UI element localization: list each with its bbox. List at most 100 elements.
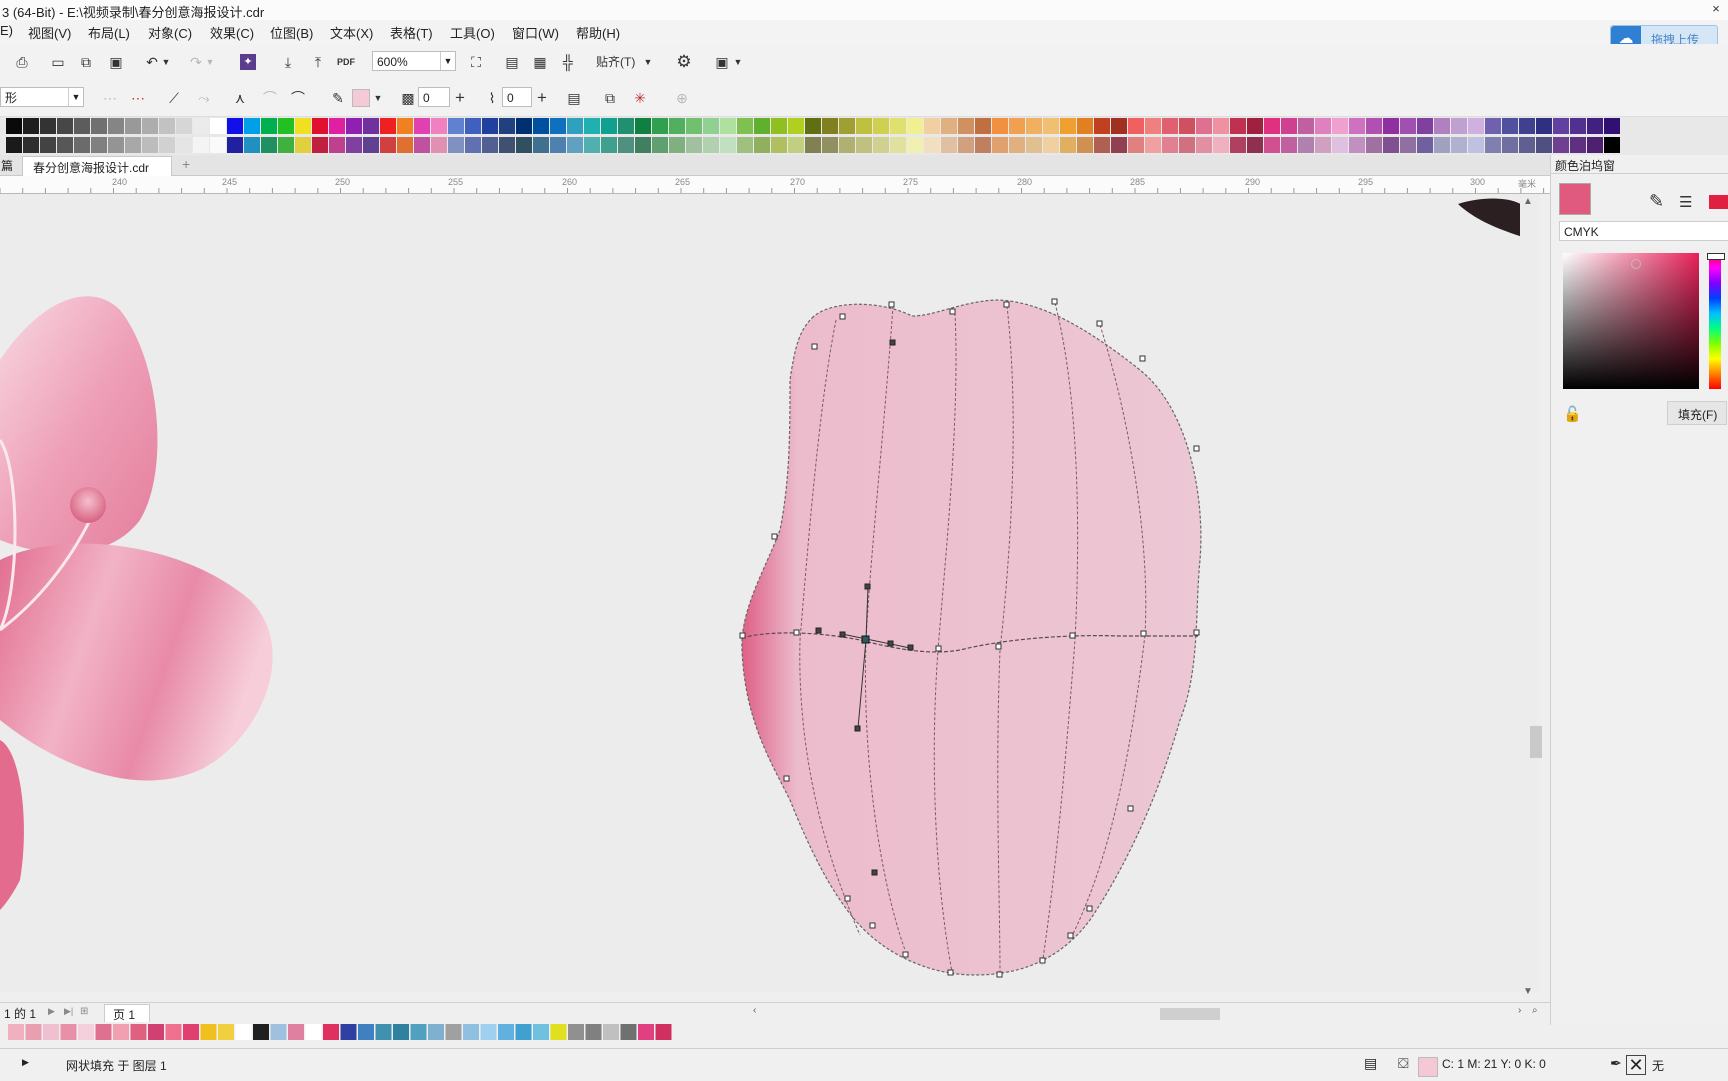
eyedropper-icon[interactable]: ✎: [328, 88, 348, 108]
palette-swatch[interactable]: [380, 137, 396, 153]
palette-swatch[interactable]: [431, 118, 447, 134]
add-tab-icon[interactable]: +: [182, 156, 190, 172]
palette-swatch[interactable]: [244, 118, 260, 134]
palette-swatch[interactable]: [924, 137, 940, 153]
palette-swatch[interactable]: [975, 118, 991, 134]
palette-swatch[interactable]: [635, 118, 651, 134]
copy-icon[interactable]: ⧉: [76, 52, 96, 72]
palette-swatch[interactable]: [482, 118, 498, 134]
smooth-node-icon[interactable]: ⌒: [260, 88, 280, 108]
palette-swatch[interactable]: [210, 137, 226, 153]
palette-swatch[interactable]: [397, 137, 413, 153]
palette-swatch[interactable]: [652, 118, 668, 134]
palette-swatch[interactable]: [550, 118, 566, 134]
search-content-icon[interactable]: ✦: [240, 54, 256, 70]
sample-color-icon[interactable]: ✳: [630, 88, 650, 108]
palette-swatch[interactable]: [346, 118, 362, 134]
palette-swatch[interactable]: [414, 137, 430, 153]
palette-swatch[interactable]: [1230, 118, 1246, 134]
palette-swatch[interactable]: [176, 118, 192, 134]
palette-swatch[interactable]: [907, 118, 923, 134]
palette-swatch[interactable]: [261, 137, 277, 153]
palette-swatch[interactable]: [890, 137, 906, 153]
palette-swatch[interactable]: [1383, 118, 1399, 134]
smoothing-plus-icon[interactable]: +: [532, 88, 552, 108]
palette-swatch[interactable]: [1111, 137, 1127, 153]
palette-swatch[interactable]: [958, 118, 974, 134]
document-palette-swatch[interactable]: [638, 1024, 654, 1040]
palette-swatch[interactable]: [363, 137, 379, 153]
document-palette-swatch[interactable]: [340, 1024, 357, 1040]
flower-illustration[interactable]: [0, 296, 273, 910]
palette-swatch[interactable]: [278, 137, 294, 153]
palette-swatch[interactable]: [1468, 118, 1484, 134]
palette-swatch[interactable]: [1281, 137, 1297, 153]
palette-swatch[interactable]: [1264, 137, 1280, 153]
palette-swatch[interactable]: [499, 137, 515, 153]
palette-swatch[interactable]: [822, 137, 838, 153]
leaf-shape[interactable]: [1458, 198, 1520, 239]
palette-swatch[interactable]: [465, 118, 481, 134]
palette-swatch[interactable]: [57, 118, 73, 134]
document-palette-swatch[interactable]: [95, 1024, 112, 1040]
lock-icon[interactable]: 🔓: [1563, 405, 1582, 423]
palette-swatch[interactable]: [142, 118, 158, 134]
mesh-grid-icon[interactable]: ▤: [564, 88, 584, 108]
palette-swatch[interactable]: [329, 118, 345, 134]
palette-swatch[interactable]: [1179, 118, 1195, 134]
palette-swatch[interactable]: [703, 137, 719, 153]
palette-swatch[interactable]: [1281, 118, 1297, 134]
palette-swatch[interactable]: [346, 137, 362, 153]
document-palette-swatch[interactable]: [25, 1024, 42, 1040]
document-palette-swatch[interactable]: [43, 1024, 59, 1040]
palette-swatch[interactable]: [907, 137, 923, 153]
symmetric-node-icon[interactable]: ⌒: [288, 88, 308, 108]
palette-swatch[interactable]: [397, 118, 413, 134]
no-outline-icon[interactable]: ✕: [1626, 1055, 1646, 1075]
palette-swatch[interactable]: [295, 137, 311, 153]
palette-swatch[interactable]: [1315, 137, 1331, 153]
palette-swatch[interactable]: [1213, 118, 1229, 134]
palette-swatch[interactable]: [1009, 137, 1025, 153]
add-node-icon[interactable]: ⋯: [100, 88, 120, 108]
palette-swatch[interactable]: [40, 137, 56, 153]
palette-swatch[interactable]: [6, 118, 22, 134]
palette-swatch[interactable]: [6, 137, 22, 153]
tab-welcome[interactable]: 篇: [1, 157, 13, 174]
palette-swatch[interactable]: [176, 137, 192, 153]
palette-swatch[interactable]: [482, 137, 498, 153]
palette-swatch[interactable]: [1604, 137, 1620, 153]
palette-swatch[interactable]: [74, 118, 90, 134]
document-palette-swatch[interactable]: [463, 1024, 479, 1040]
palette-swatch[interactable]: [1247, 137, 1263, 153]
document-palette-swatch[interactable]: [375, 1024, 392, 1040]
close-icon[interactable]: ×: [1708, 1, 1724, 17]
palette-swatch[interactable]: [720, 118, 736, 134]
document-palette-swatch[interactable]: [410, 1024, 427, 1040]
fill-bucket-icon[interactable]: ⛋: [1398, 1055, 1409, 1072]
document-palette-swatch[interactable]: [585, 1024, 602, 1040]
hue-slider-handle[interactable]: [1707, 253, 1725, 260]
palette-swatch[interactable]: [91, 118, 107, 134]
palette-swatch[interactable]: [839, 137, 855, 153]
document-palette-swatch[interactable]: [305, 1024, 322, 1040]
color-model-swatch[interactable]: [1709, 195, 1728, 209]
pen-icon[interactable]: ✒: [1610, 1055, 1622, 1072]
palette-swatch[interactable]: [1298, 118, 1314, 134]
palette-swatch[interactable]: [635, 137, 651, 153]
redo-dropdown-icon[interactable]: ▼: [204, 52, 216, 72]
redo-icon[interactable]: ↷: [186, 52, 206, 72]
palette-swatch[interactable]: [23, 137, 39, 153]
palette-swatch[interactable]: [1366, 137, 1382, 153]
curve-smoothing-icon[interactable]: ⌇: [482, 88, 502, 108]
menu-object[interactable]: 对象(C): [148, 23, 192, 42]
palette-swatch[interactable]: [992, 118, 1008, 134]
document-palette-swatch[interactable]: [393, 1024, 409, 1040]
palette-swatch[interactable]: [1094, 118, 1110, 134]
palette-swatch[interactable]: [40, 118, 56, 134]
palette-swatch[interactable]: [618, 137, 634, 153]
target-icon[interactable]: ⊕: [672, 88, 692, 108]
pdf-icon[interactable]: PDF: [336, 52, 356, 72]
add-page-icon[interactable]: ⊞: [80, 1006, 88, 1017]
document-palette-swatch[interactable]: [428, 1024, 444, 1040]
